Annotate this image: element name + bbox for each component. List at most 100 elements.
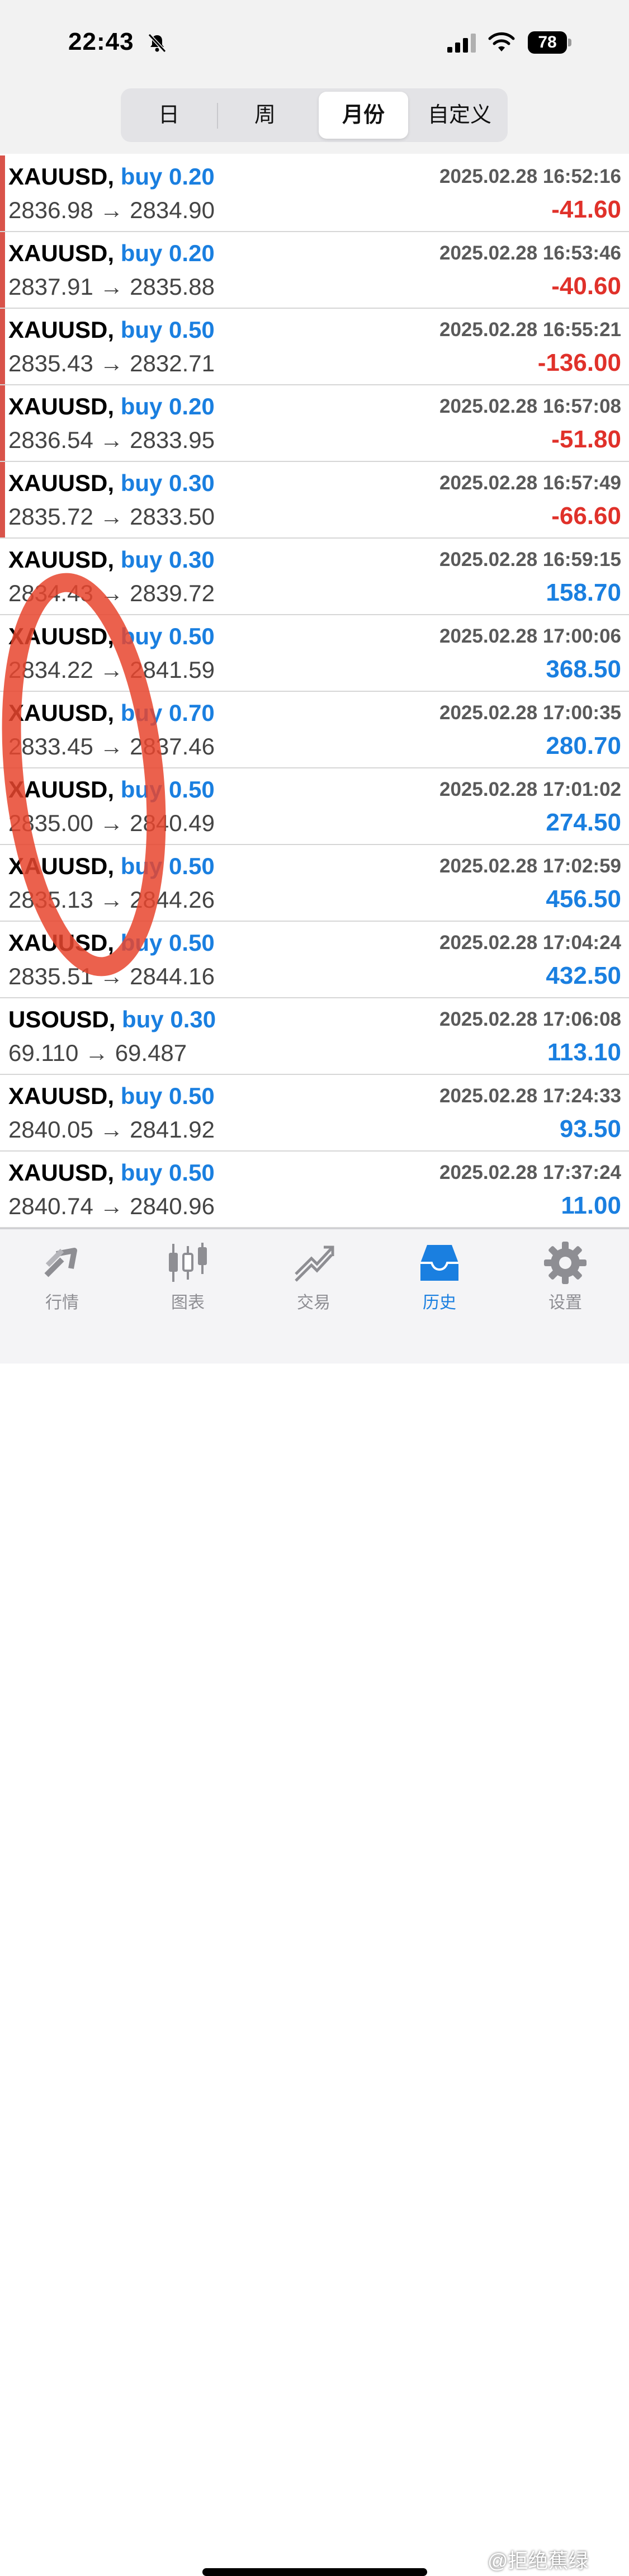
open-price: 2835.51 [8,963,93,989]
trade-side: buy [120,1159,163,1186]
trade-symbol: USOUSD, [8,1006,116,1032]
arrow-icon: → [100,886,124,913]
trade-side: buy [120,240,163,266]
trade-datetime: 2025.02.28 17:00:35 [439,702,621,724]
trade-row[interactable]: XAUUSD, buy 0.50 2025.02.28 16:55:21 2835.… [0,309,629,385]
trade-side: buy [120,623,163,649]
trade-row[interactable]: XAUUSD, buy 0.70 2025.02.28 17:00:35 2833.… [0,692,629,768]
trade-profit: -41.60 [551,196,621,223]
trade-prices: 2835.43 → 2832.71 [8,350,215,377]
arrow-icon: → [100,503,124,530]
trade-row[interactable]: XAUUSD, buy 0.20 2025.02.28 16:52:16 2836.… [0,155,629,232]
arrow-icon: → [100,1193,124,1219]
tab-charts[interactable]: 图表 [146,1240,230,1313]
trade-datetime: 2025.02.28 17:24:33 [439,1085,621,1107]
trade-prices: 2836.98 → 2834.90 [8,197,215,224]
trade-side: buy [120,930,163,956]
trade-volume: 0.50 [169,317,215,343]
trade-profit: -136.00 [537,349,621,376]
trade-row[interactable]: XAUUSD, buy 0.30 2025.02.28 16:59:15 2834.… [0,539,629,615]
close-price: 2834.90 [130,197,215,223]
trade-volume: 0.50 [169,776,215,803]
arrow-icon: → [100,810,124,836]
trade-row[interactable]: XAUUSD, buy 0.20 2025.02.28 16:57:08 2836.… [0,385,629,462]
trade-symbol: XAUUSD, [8,700,115,726]
trade-volume: 0.30 [169,470,215,496]
trade-prices: 2835.00 → 2840.49 [8,810,215,837]
trade-datetime: 2025.02.28 17:01:02 [439,779,621,800]
close-price: 2844.16 [130,963,215,989]
segment-custom[interactable]: 自定义 [415,92,504,139]
trade-row[interactable]: XAUUSD, buy 0.50 2025.02.28 17:00:06 2834.… [0,615,629,692]
tab-settings[interactable]: 设置 [523,1240,607,1313]
battery-cap [568,39,571,46]
trade-title: XAUUSD, buy 0.50 [8,623,215,650]
trade-datetime: 2025.02.28 17:00:06 [439,625,621,647]
arrow-icon: → [100,580,124,606]
trade-title: XAUUSD, buy 0.20 [8,163,215,190]
trade-title: XAUUSD, buy 0.50 [8,317,215,343]
trade-datetime: 2025.02.28 16:55:21 [439,319,621,341]
segment-week[interactable]: 周 [220,92,310,139]
trade-row[interactable]: XAUUSD, buy 0.50 2025.02.28 17:01:02 2835.… [0,768,629,845]
trade-volume: 0.30 [169,546,215,573]
trade-datetime: 2025.02.28 16:59:15 [439,549,621,570]
segment-divider [217,103,218,129]
tab-history-label: 历史 [423,1294,456,1312]
open-price: 2837.91 [8,273,93,300]
settings-icon [544,1242,587,1284]
open-price: 2834.22 [8,657,93,683]
trade-row[interactable]: XAUUSD, buy 0.50 2025.02.28 17:24:33 2840.… [0,1075,629,1152]
tab-trade[interactable]: 交易 [272,1240,356,1313]
trade-profit: -51.80 [551,426,621,453]
trade-side: buy [120,393,163,419]
segment-month[interactable]: 月份 [319,92,408,139]
trade-row[interactable]: XAUUSD, buy 0.30 2025.02.28 16:57:49 2835.… [0,462,629,539]
battery-indicator: 78 [528,31,573,54]
trade-prices: 2840.74 → 2840.96 [8,1193,215,1220]
trade-row[interactable]: XAUUSD, buy 0.50 2025.02.28 17:37:24 2840.… [0,1152,629,1228]
close-price: 2841.59 [130,657,215,683]
tab-history[interactable]: 历史 [398,1240,481,1313]
trade-prices: 2837.91 → 2835.88 [8,273,215,300]
trade-profit: 11.00 [561,1192,621,1219]
trade-prices: 2840.05 → 2841.92 [8,1116,215,1143]
trade-volume: 0.70 [169,700,215,726]
close-price: 2835.88 [130,273,215,300]
trade-profit: 456.50 [546,885,621,913]
tab-quotes[interactable]: 行情 [20,1240,104,1313]
trade-row[interactable]: XAUUSD, buy 0.20 2025.02.28 16:53:46 2837.… [0,232,629,309]
open-price: 2835.43 [8,350,93,376]
trade-history-list[interactable]: XAUUSD, buy 0.20 2025.02.28 16:52:16 2836.… [0,155,629,1228]
trade-symbol: XAUUSD, [8,163,115,190]
trade-datetime: 2025.02.28 17:06:08 [439,1008,621,1030]
arrow-icon: → [100,350,124,376]
open-price: 2833.45 [8,733,93,759]
trade-prices: 2835.51 → 2844.16 [8,963,215,990]
open-price: 2834.43 [8,580,93,606]
trade-title: USOUSD, buy 0.30 [8,1006,216,1033]
trade-volume: 0.50 [169,1083,215,1109]
trade-datetime: 2025.02.28 17:37:24 [439,1162,621,1183]
trade-row[interactable]: USOUSD, buy 0.30 2025.02.28 17:06:08 69.11… [0,998,629,1075]
trade-volume: 0.20 [169,240,215,266]
trade-profit: -66.60 [551,502,621,530]
close-price: 2840.96 [130,1193,215,1219]
trade-datetime: 2025.02.28 16:57:08 [439,395,621,417]
trade-row[interactable]: XAUUSD, buy 0.50 2025.02.28 17:02:59 2835.… [0,845,629,922]
trade-volume: 0.20 [169,393,215,419]
trade-profit: 432.50 [546,962,621,989]
trade-profit: 274.50 [546,809,621,836]
tab-trade-label: 交易 [297,1294,330,1312]
trade-profit: 280.70 [546,732,621,759]
bottom-tab-bar: 行情 图表 交易 历史 设置 @拒绝蕉绿 [0,1228,629,2576]
trade-prices: 2835.13 → 2844.26 [8,886,215,913]
trade-profit: 368.50 [546,655,621,683]
signal-icon [447,34,476,53]
trade-row[interactable]: XAUUSD, buy 0.50 2025.02.28 17:04:24 2835.… [0,922,629,998]
close-price: 2833.95 [130,427,215,453]
chart-icon [169,1243,207,1282]
trade-symbol: XAUUSD, [8,1159,115,1186]
segment-day[interactable]: 日 [124,92,214,139]
trade-symbol: XAUUSD, [8,623,115,649]
